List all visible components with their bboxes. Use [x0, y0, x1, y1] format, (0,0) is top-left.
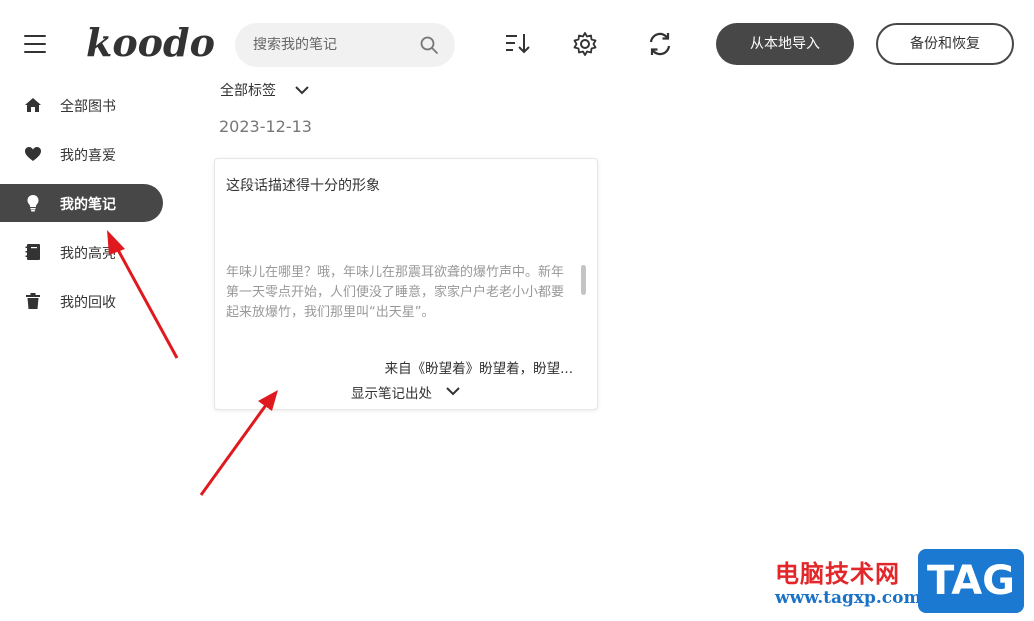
note-excerpt: 年味儿在哪里？哦，年味儿在那震耳欲聋的爆竹声中。新年第一天零点开始，人们便没了睡… [226, 265, 565, 320]
notebook-icon [25, 244, 40, 260]
sort-icon[interactable] [503, 30, 531, 58]
search-box[interactable] [235, 23, 455, 67]
sidebar-item-highlights[interactable]: 我的高亮 [0, 233, 163, 271]
home-icon [25, 98, 41, 112]
sidebar-item-label: 我的喜爱 [60, 148, 116, 164]
sidebar-item-favorites[interactable]: 我的喜爱 [0, 135, 163, 173]
lightbulb-icon [27, 195, 39, 212]
watermark-text: 电脑技术网 [775, 560, 900, 588]
note-date: 2023-12-13 [219, 117, 312, 136]
watermark-badge: TAG [918, 549, 1024, 613]
sidebar-item-notes[interactable]: 我的笔记 [0, 184, 163, 222]
heart-icon [25, 147, 41, 161]
search-input[interactable] [253, 34, 413, 56]
excerpt-scrollbar[interactable] [581, 265, 586, 295]
note-text: 这段话描述得十分的形象 [226, 178, 380, 194]
app-logo: koodo [86, 20, 215, 65]
show-source-label: 显示笔记出处 [351, 386, 432, 402]
chevron-down-icon [446, 387, 460, 396]
sidebar-item-label: 我的回收 [60, 295, 116, 311]
gear-icon[interactable] [571, 30, 599, 58]
trash-icon [26, 293, 40, 309]
tag-filter-label: 全部标签 [220, 83, 276, 99]
note-card[interactable]: 这段话描述得十分的形象 年味儿在哪里？哦，年味儿在那震耳欲聋的爆竹声中。新年第一… [214, 158, 598, 410]
sidebar-item-label: 全部图书 [60, 99, 116, 115]
search-icon[interactable] [419, 35, 439, 55]
chevron-down-icon [295, 86, 309, 95]
sidebar-item-trash[interactable]: 我的回收 [0, 282, 163, 320]
sidebar-item-all-books[interactable]: 全部图书 [0, 86, 163, 124]
note-source: 来自《盼望着》盼望着，盼望... [384, 361, 573, 377]
sync-icon[interactable] [646, 30, 674, 58]
watermark-url: www.tagxp.com [775, 588, 922, 608]
sidebar-item-label: 我的笔记 [60, 197, 116, 213]
menu-icon[interactable] [24, 35, 46, 53]
tag-filter-dropdown[interactable]: 全部标签 [220, 80, 309, 102]
backup-restore-button[interactable]: 备份和恢复 [876, 23, 1014, 65]
arrow-to-card [199, 404, 268, 496]
import-local-button[interactable]: 从本地导入 [716, 23, 854, 65]
show-note-source-button[interactable]: 显示笔记出处 [351, 382, 460, 402]
sidebar-item-label: 我的高亮 [60, 246, 116, 262]
